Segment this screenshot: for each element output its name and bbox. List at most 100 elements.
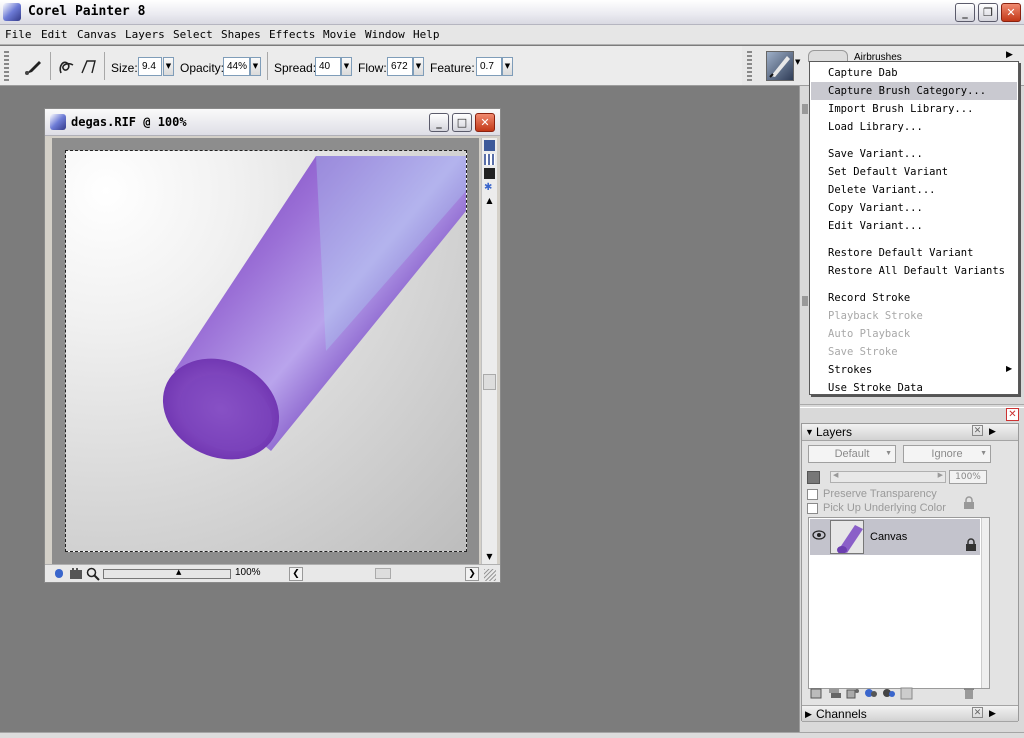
- create-mask-icon[interactable]: [882, 687, 896, 700]
- brush-category-dropdown-arrow[interactable]: ▼: [795, 58, 804, 72]
- scroll-right-icon[interactable]: ❯: [465, 567, 479, 581]
- menu-window[interactable]: Window: [365, 28, 405, 41]
- menu-item-restore-default-variant[interactable]: Restore Default Variant: [811, 244, 1017, 262]
- straight-line-icon[interactable]: [78, 56, 100, 78]
- menu-item-edit-variant[interactable]: Edit Variant...: [811, 217, 1017, 235]
- menu-item-import-brush-library[interactable]: Import Brush Library...: [811, 100, 1017, 118]
- menu-item-restore-all-default-variants[interactable]: Restore All Default Variants: [811, 262, 1017, 280]
- feature-field[interactable]: 0.7: [476, 57, 502, 76]
- collapse-triangle-icon[interactable]: ▼: [805, 427, 814, 437]
- composite-method-select[interactable]: Default ▼: [808, 445, 896, 463]
- layer-color-swatch-icon[interactable]: [807, 471, 820, 484]
- grabber-hand-icon[interactable]: [69, 568, 83, 580]
- document-title-bar[interactable]: degas.RIF @ 100% _ □ ✕: [45, 109, 500, 136]
- menu-item-capture-brush-category[interactable]: Capture Brush Category...: [811, 82, 1017, 100]
- canvas-image[interactable]: [65, 150, 467, 552]
- propbar-grip[interactable]: [4, 51, 9, 81]
- menu-item-save-variant[interactable]: Save Variant...: [811, 145, 1017, 163]
- magnifier-icon[interactable]: [86, 567, 100, 581]
- composite-depth-select[interactable]: Ignore ▼: [903, 445, 991, 463]
- menu-item-set-default-variant[interactable]: Set Default Variant: [811, 163, 1017, 181]
- layer-commands-icon[interactable]: [828, 687, 842, 700]
- document-minimize-button[interactable]: _: [429, 113, 449, 132]
- horizontal-scroll-thumb[interactable]: [375, 568, 391, 579]
- menu-help[interactable]: Help: [413, 28, 440, 41]
- layer-opacity-field[interactable]: 100%: [949, 470, 987, 484]
- menu-edit[interactable]: Edit: [41, 28, 68, 41]
- channels-header[interactable]: ▶ Channels ✕ ▶: [802, 705, 1018, 722]
- dock-tab-icon[interactable]: [802, 296, 808, 306]
- scroll-down-icon[interactable]: ▼: [483, 552, 496, 564]
- canvas-area[interactable]: [52, 138, 479, 568]
- scroll-left-icon[interactable]: ❮: [289, 567, 303, 581]
- feature-dropdown-arrow[interactable]: ▼: [502, 57, 513, 76]
- menu-movie[interactable]: Movie: [323, 28, 356, 41]
- freehand-stroke-icon[interactable]: [56, 56, 78, 78]
- close-button[interactable]: ✕: [1001, 3, 1021, 22]
- eye-visibility-icon[interactable]: [812, 530, 826, 540]
- new-layer-square-icon[interactable]: [900, 687, 914, 700]
- size-field[interactable]: 9.4: [138, 57, 162, 76]
- expand-triangle-icon[interactable]: ▶: [805, 709, 812, 720]
- brush-selector-grip[interactable]: [747, 51, 752, 81]
- menu-item-copy-variant[interactable]: Copy Variant...: [811, 199, 1017, 217]
- new-layer-icon[interactable]: [810, 687, 824, 700]
- menu-item-record-stroke[interactable]: Record Stroke: [811, 289, 1017, 307]
- vertical-scroll-thumb[interactable]: [483, 374, 496, 390]
- layers-menu-arrow-icon[interactable]: ▶: [989, 426, 996, 437]
- resize-grip-icon[interactable]: [484, 569, 496, 581]
- spread-dropdown-arrow[interactable]: ▼: [341, 57, 352, 76]
- zoom-level[interactable]: 100%: [235, 567, 261, 578]
- menu-item-capture-dab[interactable]: Capture Dab: [811, 64, 1017, 82]
- zoom-slider[interactable]: ▲: [103, 568, 231, 579]
- layer-lock-icon[interactable]: [964, 538, 978, 552]
- menu-layers[interactable]: Layers: [125, 28, 165, 41]
- menu-item-strokes[interactable]: Strokes: [811, 361, 1017, 379]
- menu-shapes[interactable]: Shapes: [221, 28, 261, 41]
- channels-menu-arrow-icon[interactable]: ▶: [989, 708, 996, 719]
- painter-app-icon[interactable]: [3, 3, 21, 21]
- tracing-paper-icon[interactable]: [484, 140, 495, 151]
- opacity-dropdown-arrow[interactable]: ▼: [250, 57, 261, 76]
- brush-menu-arrow-icon[interactable]: ▶: [1006, 50, 1013, 60]
- dynamic-plugins-icon[interactable]: [846, 687, 860, 700]
- color-drop-icon[interactable]: [55, 569, 63, 578]
- document-maximize-button[interactable]: □: [452, 113, 472, 132]
- document-close-button[interactable]: ✕: [475, 113, 495, 132]
- layer-list-scrollbar[interactable]: [981, 518, 989, 688]
- new-layer-mask-icon[interactable]: [864, 687, 878, 700]
- channels-close-icon[interactable]: ✕: [972, 707, 983, 718]
- trash-delete-layer-icon[interactable]: [962, 687, 976, 700]
- impasto-icon[interactable]: ✱: [484, 182, 495, 193]
- layer-row[interactable]: Canvas: [810, 519, 980, 555]
- grid-icon[interactable]: [484, 154, 495, 165]
- brush-category-icon[interactable]: [766, 51, 794, 81]
- dock-tab-icon[interactable]: [802, 104, 808, 114]
- preserve-transparency-checkbox[interactable]: [807, 489, 818, 500]
- spread-field[interactable]: 40: [315, 57, 341, 76]
- dock-divider[interactable]: [800, 404, 1024, 408]
- document-icon[interactable]: [50, 114, 66, 130]
- layer-view-icon[interactable]: [484, 168, 495, 179]
- brush-tool-icon[interactable]: [22, 56, 44, 78]
- flow-dropdown-arrow[interactable]: ▼: [413, 57, 424, 76]
- menu-item-use-stroke-data[interactable]: Use Stroke Data: [811, 379, 1017, 397]
- menu-select[interactable]: Select: [173, 28, 213, 41]
- lock-icon[interactable]: [962, 496, 976, 510]
- opacity-slider[interactable]: ◀ ▶: [830, 471, 946, 483]
- dock-close-icon[interactable]: ✕: [1006, 408, 1019, 421]
- menu-item-delete-variant[interactable]: Delete Variant...: [811, 181, 1017, 199]
- layers-close-icon[interactable]: ✕: [972, 425, 983, 436]
- menu-file[interactable]: File: [5, 28, 32, 41]
- menu-canvas[interactable]: Canvas: [77, 28, 117, 41]
- flow-field[interactable]: 672: [387, 57, 413, 76]
- scroll-up-icon[interactable]: ▲: [483, 196, 496, 208]
- opacity-field[interactable]: 44%: [223, 57, 250, 76]
- size-dropdown-arrow[interactable]: ▼: [163, 57, 174, 76]
- pick-up-color-checkbox[interactable]: [807, 503, 818, 514]
- menu-item-load-library[interactable]: Load Library...: [811, 118, 1017, 136]
- document-vertical-toolbar[interactable]: ✱ ▲ ▼: [481, 138, 497, 568]
- zoom-slider-thumb[interactable]: ▲: [176, 568, 181, 576]
- restore-button[interactable]: ❐: [978, 3, 998, 22]
- minimize-button[interactable]: _: [955, 3, 975, 22]
